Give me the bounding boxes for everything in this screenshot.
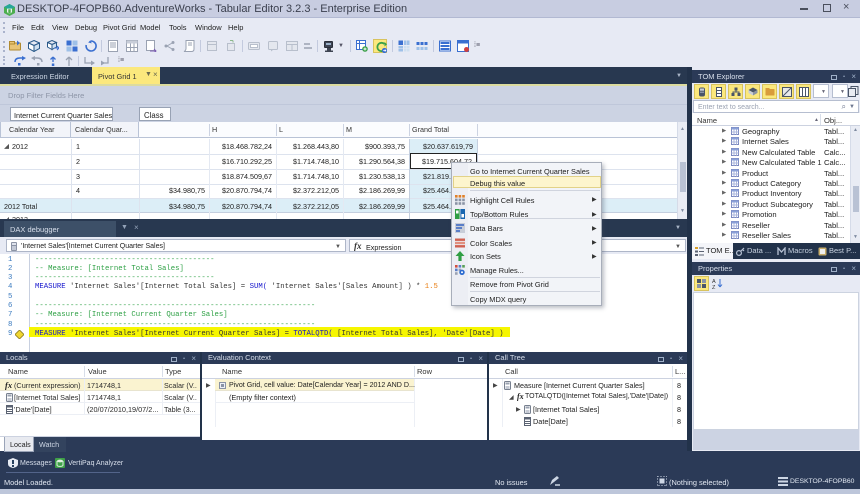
svg-text:Z: Z xyxy=(712,285,716,289)
